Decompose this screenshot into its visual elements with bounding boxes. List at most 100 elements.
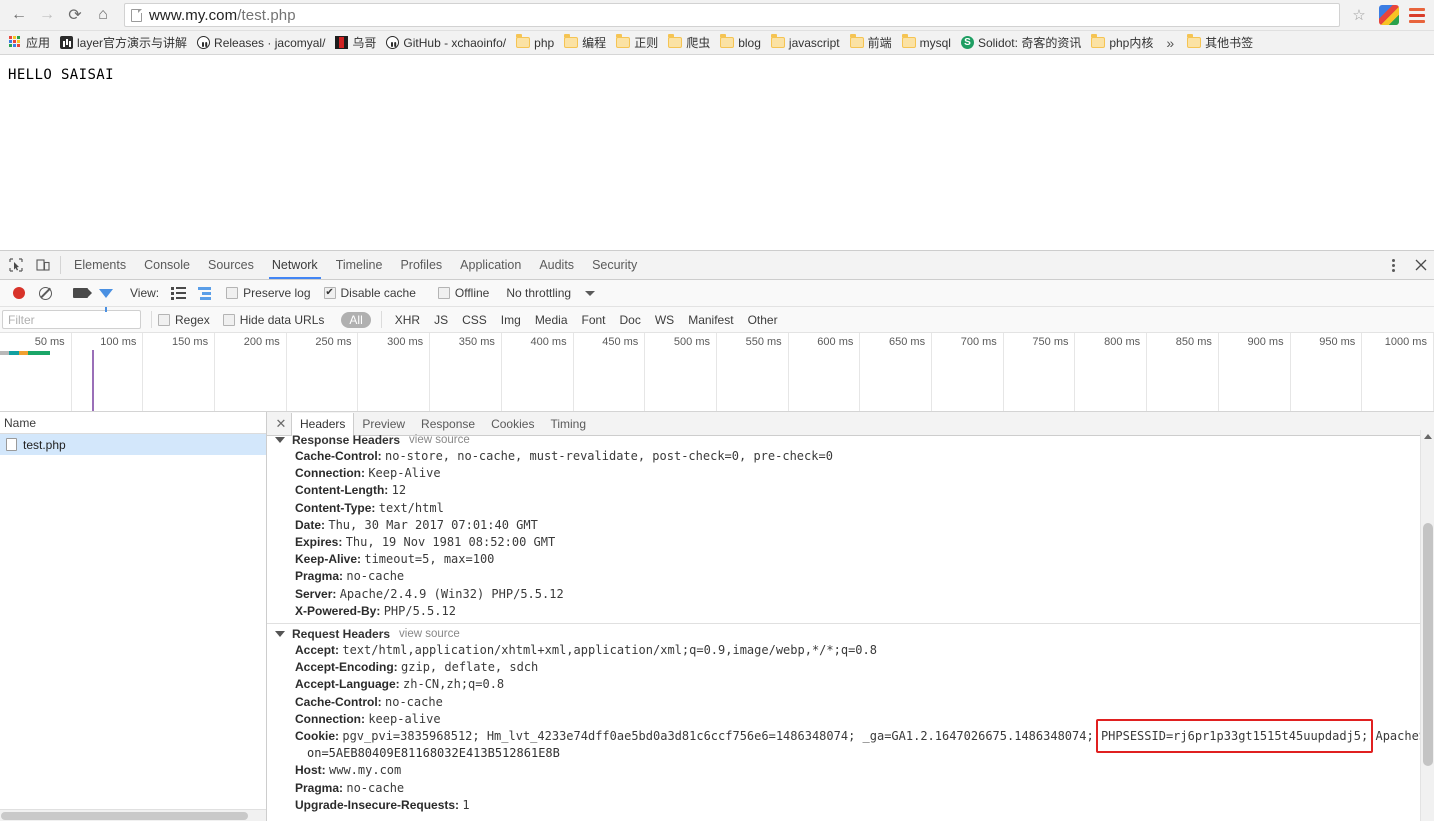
waterfall-segment	[19, 351, 28, 355]
back-button[interactable]: ←	[6, 2, 32, 28]
filter-input[interactable]: Filter	[2, 310, 141, 329]
hide-data-urls-checkbox[interactable]: Hide data URLs	[222, 313, 324, 327]
bookmark-item[interactable]: GitHub - xchaoinfo/	[381, 33, 511, 53]
response-headers-section-header[interactable]: Response Headers view source	[267, 432, 1434, 448]
toggle-device-toolbar-icon[interactable]	[29, 251, 56, 279]
bookmark-item[interactable]: 爬虫	[663, 33, 715, 53]
requests-horizontal-scrollbar[interactable]	[0, 809, 266, 821]
waterfall-segment	[0, 351, 9, 355]
bookmark-item[interactable]: php内核	[1086, 33, 1158, 53]
bookmark-item[interactable]: php	[511, 33, 559, 53]
browser-menu-icon[interactable]	[1406, 7, 1428, 23]
inspect-element-icon[interactable]	[2, 251, 29, 279]
bookmark-item[interactable]: 编程	[559, 33, 611, 53]
header-name: Accept-Encoding:	[295, 660, 402, 675]
filter-type-js[interactable]: JS	[427, 313, 455, 327]
scroll-up-arrow-icon[interactable]	[1424, 434, 1432, 439]
filter-type-doc[interactable]: Doc	[613, 313, 648, 327]
tab-console[interactable]: Console	[135, 251, 199, 279]
tab-audits[interactable]: Audits	[530, 251, 583, 279]
scrollbar-thumb[interactable]	[1, 812, 248, 820]
bookmark-label: Solidot: 奇客的资讯	[977, 36, 1082, 50]
timeline-tick: 700 ms	[932, 333, 1004, 411]
request-row-test-php[interactable]: test.php	[0, 434, 266, 455]
filter-type-other[interactable]: Other	[741, 313, 785, 327]
tab-security[interactable]: Security	[583, 251, 646, 279]
view-waterfall-button[interactable]	[191, 286, 217, 300]
divider	[267, 623, 1434, 625]
response-header-line: Connection: Keep-Alive	[267, 465, 1434, 482]
network-timeline-overview[interactable]: 50 ms 100 ms 150 ms 200 ms 250 ms 300 ms 350 m…	[0, 333, 1434, 412]
tab-profiles[interactable]: Profiles	[391, 251, 451, 279]
divider	[60, 256, 61, 274]
clear-button[interactable]	[32, 286, 58, 300]
header-name: Accept:	[295, 643, 343, 658]
disable-cache-checkbox[interactable]: Disable cache	[323, 286, 416, 300]
headers-vertical-scrollbar[interactable]	[1420, 430, 1434, 821]
filter-type-ws[interactable]: WS	[648, 313, 681, 327]
tab-label: Profiles	[400, 258, 443, 272]
request-header-line: Host: www.my.com	[267, 762, 1434, 779]
request-name: test.php	[23, 437, 66, 452]
tab-label: Timeline	[335, 258, 383, 272]
tab-label: Cookies	[491, 416, 535, 431]
request-headers-section-header[interactable]: Request Headers view source	[267, 626, 1434, 642]
folder-icon	[616, 34, 631, 48]
view-list-button[interactable]	[165, 287, 191, 300]
tab-sources[interactable]: Sources	[199, 251, 263, 279]
filter-type-media[interactable]: Media	[528, 313, 575, 327]
bookmark-item[interactable]: 乌哥	[330, 33, 381, 53]
offline-checkbox[interactable]: Offline	[437, 286, 489, 300]
filter-type-xhr[interactable]: XHR	[388, 313, 427, 327]
home-button[interactable]: ⌂	[90, 2, 116, 28]
capture-screenshots-button[interactable]	[67, 288, 93, 298]
scrollbar-thumb[interactable]	[1423, 523, 1433, 766]
regex-checkbox[interactable]: Regex	[158, 313, 210, 327]
filter-type-font[interactable]: Font	[575, 313, 613, 327]
devtools-close-icon[interactable]	[1407, 259, 1434, 271]
record-button[interactable]	[6, 287, 32, 299]
requests-column-header[interactable]: Name	[0, 412, 266, 434]
timeline-tick-label: 750 ms	[1032, 336, 1069, 348]
folder-icon	[1091, 34, 1106, 48]
view-label: View:	[130, 286, 160, 300]
browser-toolbar: ← → ⟳ ⌂ www.my.com/test.php ☆	[0, 0, 1434, 31]
tab-elements[interactable]: Elements	[65, 251, 135, 279]
request-header-line: Accept-Encoding: gzip, deflate, sdch	[267, 659, 1434, 676]
devtools-more-options-icon[interactable]	[1380, 258, 1407, 272]
response-header-line: Content-Type: text/html	[267, 500, 1434, 517]
bookmark-item[interactable]: layer官方演示与讲解	[55, 33, 192, 53]
bookmark-item[interactable]: Solidot: 奇客的资讯	[956, 33, 1086, 53]
header-name: Connection:	[295, 466, 369, 481]
tab-network[interactable]: Network	[263, 251, 327, 279]
filter-type-css[interactable]: CSS	[455, 313, 494, 327]
preserve-log-checkbox[interactable]: Preserve log	[226, 286, 311, 300]
response-header-line: Pragma: no-cache	[267, 568, 1434, 585]
filter-type-manifest[interactable]: Manifest	[681, 313, 740, 327]
other-bookmarks-button[interactable]: 其他书签	[1182, 33, 1258, 53]
bookmarks-overflow-button[interactable]: »	[1158, 35, 1182, 51]
response-view-source-link[interactable]: view source	[409, 434, 470, 446]
filter-type-img[interactable]: Img	[494, 313, 528, 327]
request-view-source-link[interactable]: view source	[399, 628, 460, 640]
bookmark-item[interactable]: 正则	[611, 33, 663, 53]
extension-icon[interactable]	[1379, 5, 1399, 25]
throttling-select[interactable]: No throttling	[506, 286, 596, 300]
bookmark-item[interactable]: 前端	[845, 33, 897, 53]
header-value: PHP/5.5.12	[383, 603, 456, 618]
bookmark-item[interactable]: blog	[715, 33, 766, 53]
reload-button[interactable]: ⟳	[62, 2, 88, 28]
bookmark-item[interactable]: Releases · jacomyal/	[192, 33, 330, 53]
bookmark-item[interactable]: mysql	[897, 33, 956, 53]
address-bar[interactable]: www.my.com/test.php	[124, 3, 1340, 27]
tab-timeline[interactable]: Timeline	[327, 251, 392, 279]
list-view-icon	[171, 287, 186, 300]
filter-toggle-button[interactable]	[93, 288, 119, 312]
tab-application[interactable]: Application	[451, 251, 530, 279]
bookmark-item[interactable]: 应用	[4, 33, 55, 53]
bookmark-star-icon[interactable]: ☆	[1346, 6, 1372, 24]
bookmark-item[interactable]: javascript	[766, 33, 845, 53]
filter-type-all[interactable]: All	[341, 311, 371, 328]
chevron-double-right-icon: »	[1166, 34, 1175, 51]
forward-button[interactable]: →	[34, 2, 60, 28]
